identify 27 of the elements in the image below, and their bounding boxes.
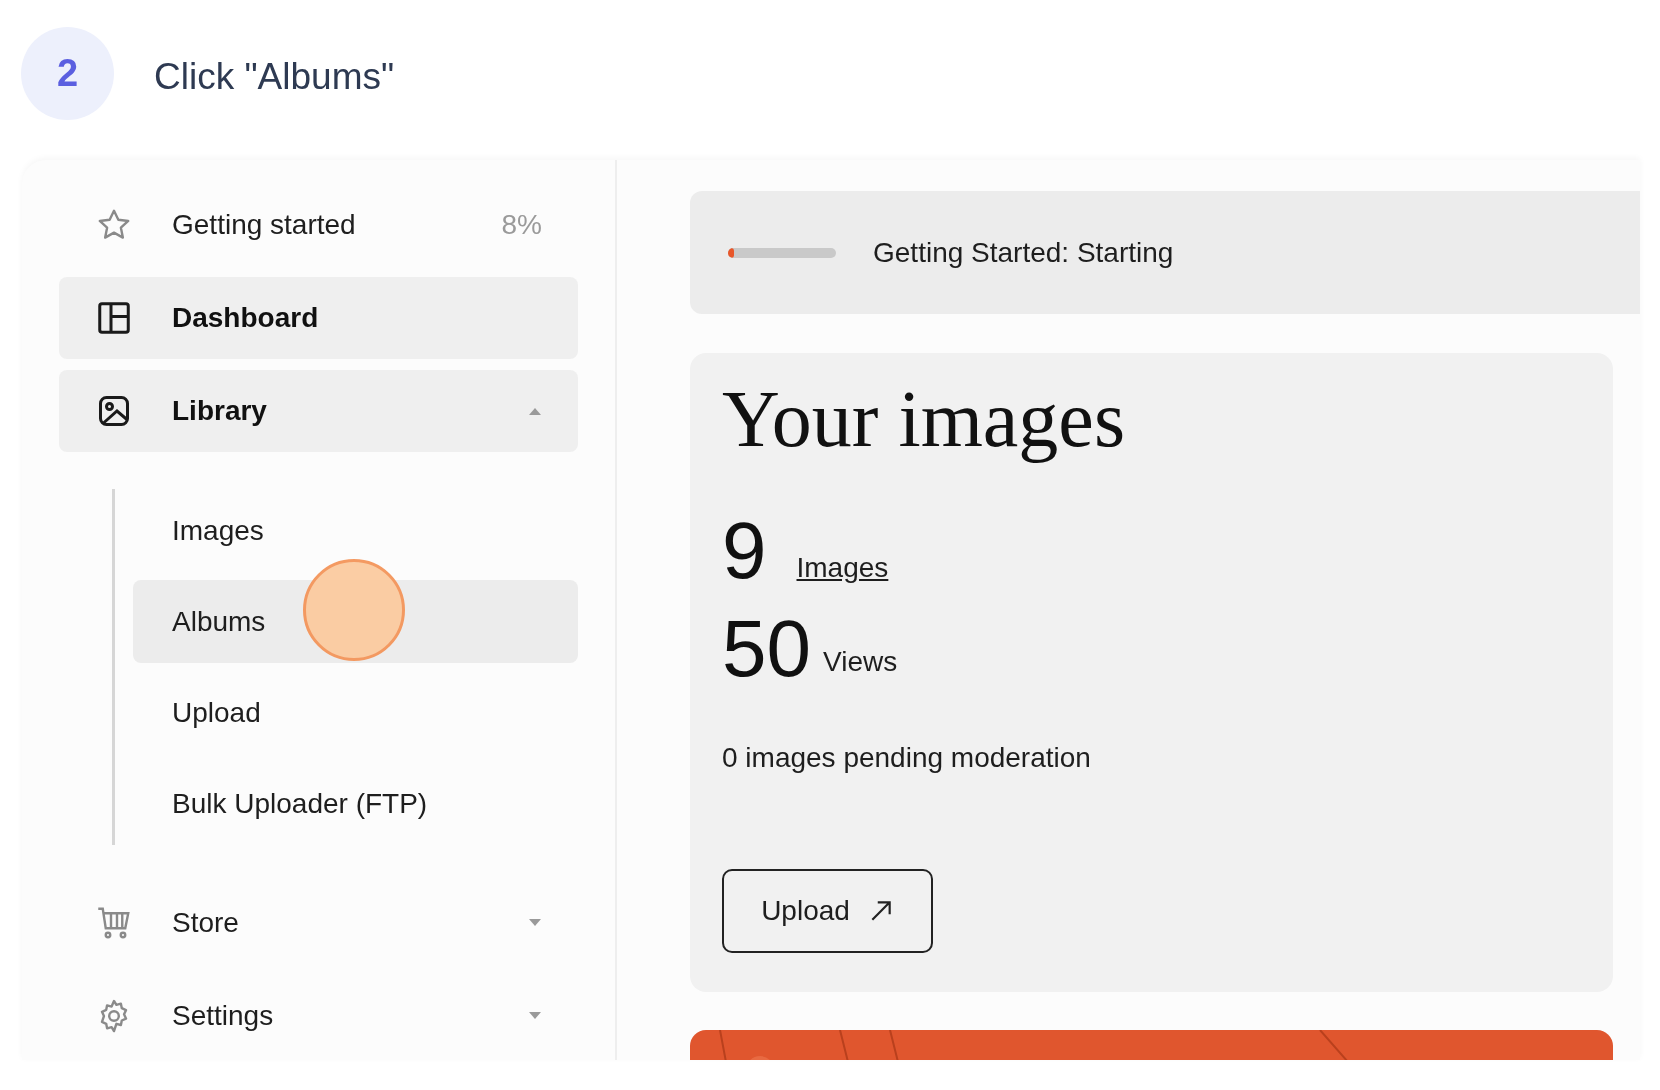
stat-value: 50 xyxy=(722,609,811,689)
stat-value: 9 xyxy=(722,511,767,591)
images-link[interactable]: Images xyxy=(796,547,889,589)
card-title: Your images xyxy=(722,375,1125,463)
nav-item[interactable]: Getting started 8% xyxy=(59,184,578,266)
nav-label: Store xyxy=(172,906,239,940)
caret-down-icon xyxy=(528,919,542,927)
step-instruction: Click "Albums" xyxy=(154,55,395,99)
caret-up-icon xyxy=(528,407,542,415)
progress-percent: 8% xyxy=(501,208,542,242)
nav-item[interactable]: Library xyxy=(59,370,578,452)
moderation-note: 0 images pending moderation xyxy=(722,741,1091,775)
stat-label: Views xyxy=(823,645,898,679)
nav-item[interactable]: Dashboard xyxy=(59,277,578,359)
image-icon xyxy=(96,393,132,429)
layout-icon xyxy=(96,300,132,336)
progress-label: Getting Started: Starting xyxy=(873,235,1174,270)
nav-item[interactable]: Settings xyxy=(59,975,578,1057)
caret-down-icon xyxy=(528,1012,542,1020)
cart-icon xyxy=(96,905,132,941)
step-number: 2 xyxy=(21,27,114,120)
nav-item[interactable]: Store xyxy=(59,882,578,964)
nav-label: Settings xyxy=(172,999,274,1033)
nav-label: Dashboard xyxy=(172,301,319,335)
upload-button[interactable]: Upload xyxy=(722,869,933,953)
nav-label: Library xyxy=(172,394,267,428)
nav-label: Getting started xyxy=(172,208,356,242)
